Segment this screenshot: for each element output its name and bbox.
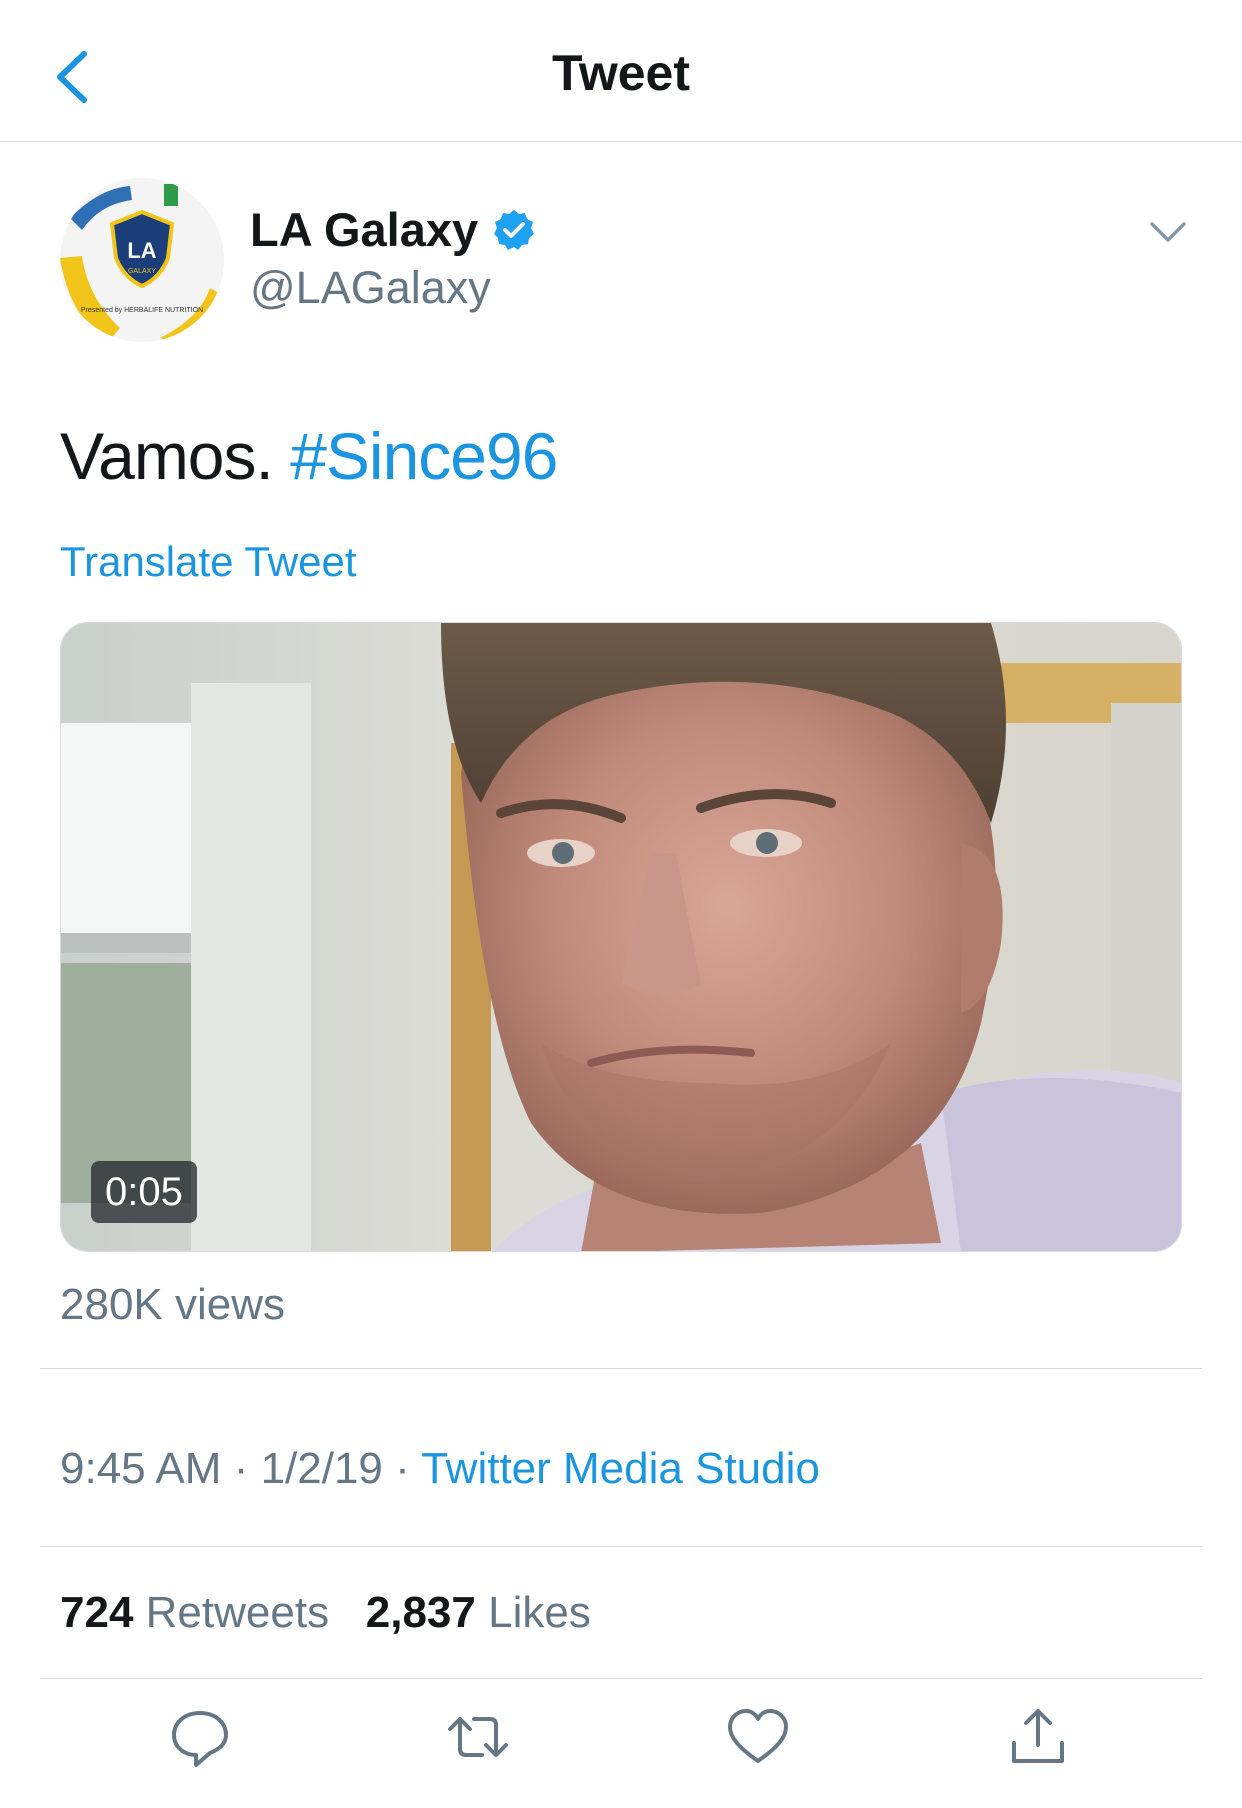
reply-icon [172,1711,228,1767]
divider [40,1678,1202,1679]
meta-separator: · [395,1444,410,1493]
page-title: Tweet [552,45,690,101]
top-nav-bar: Tweet [0,0,1242,142]
avatar-sponsor: Presented by HERBALIFE NUTRITION [81,307,203,314]
author-handle[interactable]: @LAGalaxy [250,262,491,314]
retweets-count: 724 [60,1588,134,1637]
la-galaxy-logo: LA GALAXY Presented by HERBALIFE NUTRITI… [60,178,224,342]
action-bar [0,1705,1242,1785]
tweet-source-link[interactable]: Twitter Media Studio [421,1444,820,1493]
video-player[interactable]: 0:05 [60,622,1182,1252]
author-display-name: LA Galaxy [250,203,479,256]
like-button[interactable] [726,1705,790,1769]
retweets-label: Retweets [145,1588,330,1637]
hashtag-link[interactable]: #Since96 [290,419,558,493]
divider [40,1368,1202,1369]
video-duration-badge: 0:05 [91,1161,197,1223]
likes-stat[interactable]: 2,837 Likes [366,1588,591,1637]
share-icon [1012,1709,1064,1763]
heart-icon [728,1709,788,1763]
tweet-time: 9:45 AM [60,1444,222,1493]
avatar-subtext: GALAXY [128,268,156,275]
tweet-stats: 724 Retweets 2,837 Likes [60,1588,591,1638]
avatar-text: LA [127,238,156,263]
tweet-date: 1/2/19 [260,1444,383,1493]
view-count: 280K views [60,1280,286,1329]
divider [40,1546,1202,1547]
retweet-icon [448,1717,508,1757]
avatar[interactable]: LA GALAXY Presented by HERBALIFE NUTRITI… [60,178,224,342]
more-options-button[interactable] [1148,218,1188,246]
tweet-body: Vamos. [60,419,274,493]
tweet-meta: 9:45 AM · 1/2/19 · Twitter Media Studio [60,1444,820,1494]
meta-separator: · [233,1444,249,1493]
tweet-text: Vamos. #Since96 [60,418,558,494]
reply-button[interactable] [168,1705,232,1769]
translate-tweet-link[interactable]: Translate Tweet [60,538,356,586]
verified-badge-icon [494,209,535,250]
likes-label: Likes [488,1588,591,1637]
retweet-button[interactable] [446,1705,510,1769]
share-button[interactable] [1006,1705,1070,1769]
video-thumbnail [61,623,1181,1251]
chevron-down-icon [1150,222,1186,242]
author-name-row[interactable]: LA Galaxy [250,202,536,257]
retweets-stat[interactable]: 724 Retweets [60,1588,341,1637]
likes-count: 2,837 [365,1588,476,1637]
